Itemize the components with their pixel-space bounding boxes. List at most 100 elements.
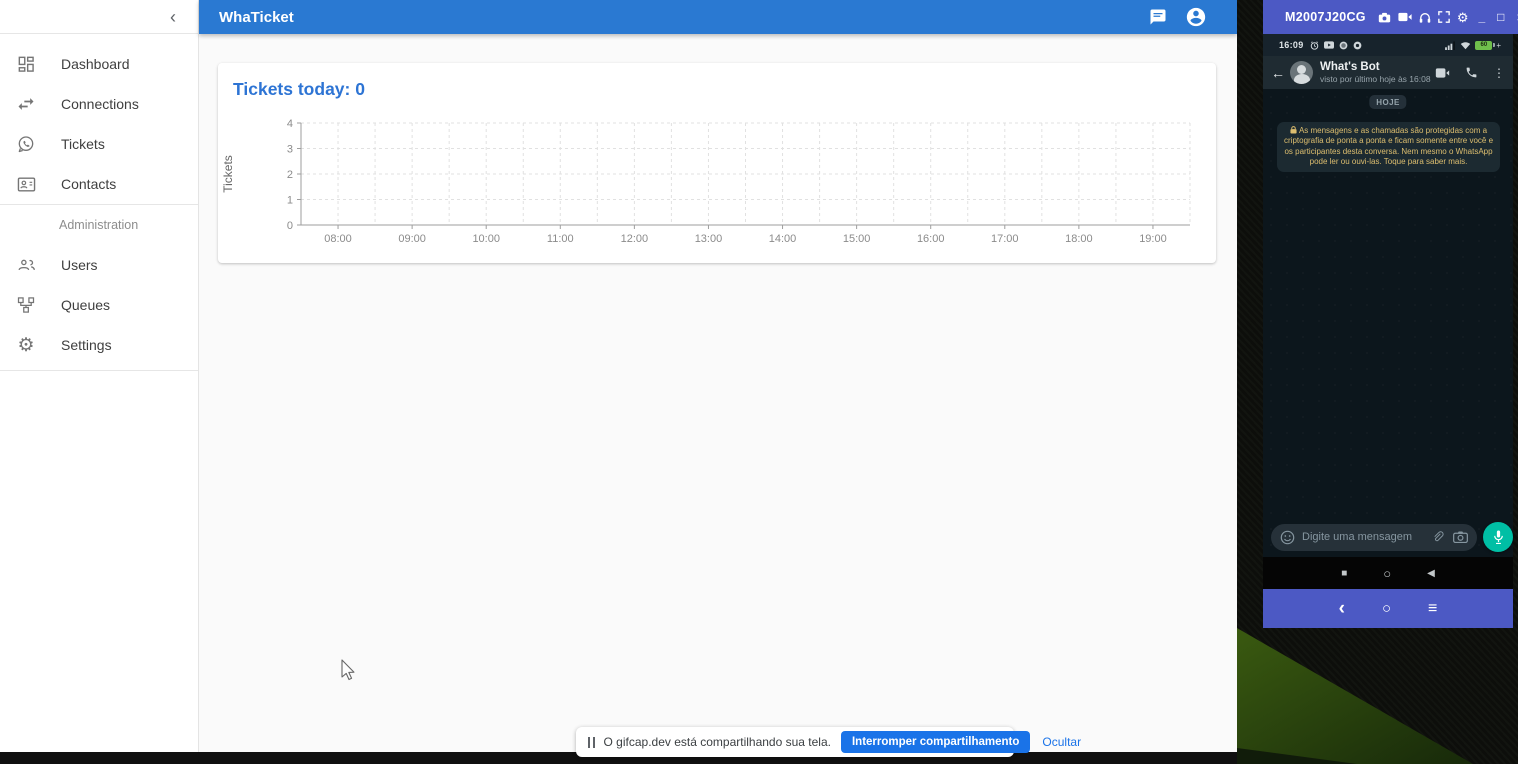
svg-text:08:00: 08:00 [324,233,352,245]
sidebar-nav: Dashboard Connections Tickets Contacts A… [0,34,198,371]
svg-text:19:00: 19:00 [1139,233,1167,245]
lock-icon [1290,126,1297,134]
svg-text:15:00: 15:00 [843,233,871,245]
chart-title: Tickets today: 0 [233,79,365,100]
svg-text:Tickets: Tickets [221,155,235,193]
pause-icon [588,737,595,748]
sidebar-item-tickets[interactable]: Tickets [0,124,198,164]
svg-text:09:00: 09:00 [398,233,426,245]
sidebar-item-contacts[interactable]: Contacts [0,164,198,204]
messages-button[interactable] [1139,0,1177,34]
app-title: WhaTicket [219,9,294,26]
hide-share-bar-link[interactable]: Ocultar [1042,735,1081,749]
more-options-icon[interactable]: ⋮ [1493,66,1505,80]
whatsapp-icon [15,133,37,155]
contact-info[interactable]: What's Bot visto por último hoje às 16:0… [1320,61,1431,84]
people-icon [15,254,37,276]
sidebar-item-label: Queues [61,297,110,313]
sidebar-header: ‹ [0,0,198,34]
svg-text:17:00: 17:00 [991,233,1019,245]
svg-text:13:00: 13:00 [695,233,723,245]
attach-icon[interactable] [1431,530,1444,544]
chat-area: HOJE As mensagens e as chamadas são prot… [1263,89,1513,557]
stop-sharing-button[interactable]: Interromper compartilhamento [841,731,1030,753]
phone-settings-gear-icon[interactable]: ⚙ [1457,11,1469,24]
tree-icon [15,294,37,316]
window-minimize-button[interactable]: _ [1478,11,1485,23]
chat-icon [1149,8,1167,26]
camera-icon[interactable] [1453,531,1468,543]
encryption-notice[interactable]: As mensagens e as chamadas são protegida… [1277,122,1500,172]
wifi-icon [1460,41,1471,50]
screenshot-camera-icon[interactable] [1378,12,1391,23]
phone-screen: 16:09 60 + ← What's Bot visto por último… [1263,34,1513,628]
contact-avatar[interactable] [1290,61,1313,84]
svg-text:2: 2 [287,169,293,181]
emoji-icon[interactable] [1280,530,1295,545]
sidebar-item-label: Settings [61,337,112,353]
app-bar: WhaTicket [199,0,1237,34]
window-maximize-button[interactable]: □ [1497,11,1504,23]
sidebar-item-queues[interactable]: Queues [0,285,198,325]
mirror-control-bar: ‹ ○ ≡ [1263,589,1513,628]
sidebar-item-users[interactable]: Users [0,245,198,285]
app-notification-icon [1339,41,1348,50]
sidebar-item-label: Connections [61,96,139,112]
sidebar-divider [0,370,198,371]
voice-record-button[interactable] [1483,522,1513,552]
screen-record-icon[interactable] [1398,12,1412,22]
dashboard-icon [15,53,37,75]
sidebar-item-settings[interactable]: ⚙ Settings [0,325,198,365]
sidebar-item-label: Users [61,257,98,273]
svg-text:0: 0 [287,220,293,232]
sidebar-item-label: Contacts [61,176,116,192]
back-button[interactable]: ◀ [1427,568,1435,579]
main-content: Tickets today: 0 0123408:0009:0010:0011:… [199,34,1237,764]
home-button[interactable]: ○ [1383,566,1391,581]
contact-card-icon [15,173,37,195]
svg-text:18:00: 18:00 [1065,233,1093,245]
encryption-notice-text: As mensagens e as chamadas são protegida… [1284,126,1493,166]
voice-call-icon[interactable] [1465,66,1478,79]
phone-window-titlebar[interactable]: M2007J20CG ⚙ _ □ × [1263,0,1518,34]
screen-share-bar: O gifcap.dev está compartilhando sua tel… [576,727,1014,757]
recents-button[interactable]: ■ [1341,568,1347,579]
sidebar-section-administration: Administration [0,205,198,245]
charging-icon: + [1496,41,1501,50]
collapse-sidebar-icon[interactable]: ‹ [170,8,176,26]
svg-text:12:00: 12:00 [621,233,649,245]
share-message: O gifcap.dev está compartilhando sua tel… [604,735,831,749]
fullscreen-icon[interactable] [1438,11,1450,23]
mirror-menu-button[interactable]: ≡ [1428,601,1437,617]
mirror-back-button[interactable]: ‹ [1339,599,1345,618]
message-input[interactable] [1302,531,1431,543]
contact-name: What's Bot [1320,61,1431,74]
svg-text:4: 4 [287,118,293,130]
android-nav-bar: ■ ○ ◀ [1263,557,1513,589]
sidebar-item-label: Tickets [61,136,105,152]
svg-text:16:00: 16:00 [917,233,945,245]
alarm-icon [1310,41,1319,50]
last-seen-status: visto por último hoje às 16:08 [1320,74,1431,84]
back-arrow-icon[interactable]: ← [1271,65,1285,81]
message-input-pill[interactable] [1271,524,1477,551]
account-menu-button[interactable] [1177,0,1215,34]
audio-headphones-icon[interactable] [1419,12,1431,23]
battery-icon: 60 [1475,41,1492,50]
mirror-home-button[interactable]: ○ [1382,601,1391,616]
gear-icon: ⚙ [15,334,37,356]
svg-text:10:00: 10:00 [472,233,500,245]
sidebar-item-connections[interactable]: Connections [0,84,198,124]
app-notification-icon [1353,41,1362,50]
svg-text:11:00: 11:00 [547,233,574,245]
signal-strength-icon [1445,41,1456,50]
phone-window-title: M2007J20CG [1285,10,1366,24]
account-circle-icon [1185,6,1207,28]
message-input-row [1263,522,1513,552]
date-chip: HOJE [1369,95,1406,109]
tickets-chart-card: Tickets today: 0 0123408:0009:0010:0011:… [218,63,1216,263]
sidebar-item-dashboard[interactable]: Dashboard [0,44,198,84]
sidebar: ‹ Dashboard Connections Tickets Contacts [0,0,199,764]
tickets-chart: 0123408:0009:0010:0011:0012:0013:0014:00… [218,107,1216,259]
video-call-icon[interactable] [1435,68,1450,78]
